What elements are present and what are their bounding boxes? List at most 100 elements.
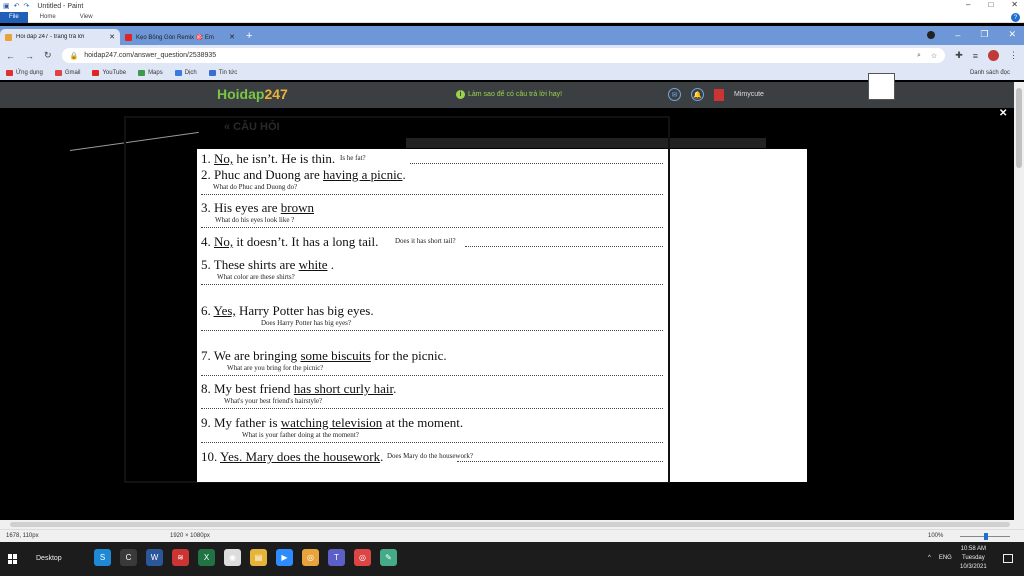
question-sentence: 8. My best friend has short curly hair. bbox=[201, 381, 396, 397]
ribbon-tab-view[interactable]: View bbox=[68, 14, 105, 20]
dotted-line bbox=[457, 461, 663, 462]
tab-close-icon[interactable]: ✕ bbox=[229, 33, 235, 41]
dotted-line bbox=[201, 330, 663, 331]
info-icon: i bbox=[456, 90, 465, 99]
explorer-icon[interactable]: ▤ bbox=[250, 549, 267, 566]
reload-icon[interactable]: ↻ bbox=[44, 50, 52, 61]
maximize-icon[interactable]: □ bbox=[988, 0, 993, 9]
forward-icon[interactable]: → bbox=[25, 51, 34, 61]
save-icon[interactable]: ▣ bbox=[3, 2, 10, 10]
ribbon-tab-home[interactable]: Home bbox=[28, 14, 68, 20]
chrome-active-icon[interactable]: ◎ bbox=[354, 549, 371, 566]
sentence-text: . bbox=[393, 381, 397, 396]
underlined-part: brown bbox=[280, 200, 314, 215]
underlined-part: has short curly hair bbox=[293, 381, 394, 396]
windows-start-icon[interactable] bbox=[8, 554, 18, 564]
redo-icon[interactable]: ↷ bbox=[24, 2, 30, 10]
reading-list-icon[interactable]: ≡ bbox=[973, 51, 978, 61]
ribbon-tab-file[interactable]: File bbox=[0, 11, 28, 23]
zoom-slider-thumb[interactable] bbox=[984, 533, 988, 540]
overlay-close-icon[interactable]: ✕ bbox=[999, 108, 1007, 119]
tab-label: Kẹo Bông Gòn Remix 🎯 Em bbox=[136, 34, 214, 41]
tab-hoidap[interactable]: Hỏi đáp 247 - trang trả lời ✕ bbox=[0, 29, 120, 45]
window-title: Untitled - Paint bbox=[37, 2, 84, 10]
excel-icon[interactable]: X bbox=[198, 549, 215, 566]
paint-icon[interactable]: ✎ bbox=[380, 549, 397, 566]
question-sentence: 4. No, it doesn’t. It has a long tail. bbox=[201, 234, 378, 250]
handwritten-answer: What's your best friend's hairstyle? bbox=[224, 397, 323, 405]
worksheet-row: 2. Phuc and Duong are having a picnic. Wh… bbox=[197, 167, 668, 201]
chat-icon[interactable]: ✉ bbox=[668, 88, 681, 101]
tab-youtube[interactable]: Kẹo Bông Gòn Remix 🎯 Em ✕ bbox=[120, 29, 240, 45]
underlined-part: Yes, bbox=[213, 303, 236, 318]
extensions-icon[interactable]: ✚ bbox=[955, 50, 963, 61]
skype-icon[interactable]: S bbox=[94, 549, 111, 566]
zoom-slider[interactable] bbox=[960, 533, 1010, 540]
teams-icon[interactable]: T bbox=[328, 549, 345, 566]
profile-avatar[interactable] bbox=[988, 50, 999, 61]
language-indicator[interactable]: ENG bbox=[939, 555, 952, 561]
clock[interactable]: 10:58 AM Tuesday 10/3/2021 bbox=[960, 545, 987, 572]
bookmark-label: Dịch bbox=[184, 70, 197, 76]
restore-icon[interactable]: ❐ bbox=[980, 29, 988, 40]
menu-icon[interactable]: ⋮ bbox=[1009, 50, 1018, 61]
sentence-text: at the moment. bbox=[382, 415, 464, 430]
new-tab-icon[interactable]: + bbox=[240, 30, 258, 42]
reading-list-link[interactable]: Danh sách đọc bbox=[970, 70, 1010, 76]
tab-close-icon[interactable]: ✕ bbox=[109, 33, 115, 41]
minimize-icon[interactable]: – bbox=[955, 30, 960, 40]
zoom-icon[interactable]: ⌕ bbox=[917, 52, 921, 60]
bookmark-gmail[interactable]: Gmail bbox=[54, 70, 80, 76]
question-sentence: 5. These shirts are white . bbox=[201, 257, 334, 273]
record-icon[interactable] bbox=[927, 30, 936, 39]
word-icon[interactable]: W bbox=[146, 549, 163, 566]
url-field[interactable]: 🔒 hoidap247.com/answer_question/2538935 … bbox=[61, 48, 946, 63]
undo-icon[interactable]: ↶ bbox=[14, 2, 20, 10]
notification-icon[interactable] bbox=[1003, 554, 1013, 563]
tip-link[interactable]: i Làm sao để có câu trả lời hay! bbox=[456, 90, 562, 99]
coccoc-icon[interactable]: C bbox=[120, 549, 137, 566]
scrollbar-thumb[interactable] bbox=[10, 522, 1010, 527]
sentence-text: 6. bbox=[201, 303, 214, 318]
logo-main: Hoidap bbox=[217, 86, 265, 102]
windows-taskbar: Desktop S C W ≋ X ◉ ▤ ▶ ◎ T ◎ ✎ ^ ENG 10:58 AM Tues… bbox=[0, 542, 1024, 576]
bell-icon[interactable]: 🔔 bbox=[691, 88, 704, 101]
bookmark-apps[interactable]: Ứng dụng bbox=[6, 70, 43, 76]
back-icon[interactable]: ← bbox=[6, 51, 15, 61]
window-controls: – □ ✕ bbox=[966, 0, 1018, 9]
chevron-up-icon[interactable]: ^ bbox=[928, 555, 931, 561]
side-white-panel bbox=[670, 149, 807, 482]
vertical-scrollbar[interactable] bbox=[1014, 82, 1024, 520]
cursor-coordinates: 1678, 110px bbox=[6, 533, 39, 539]
desktop-label[interactable]: Desktop bbox=[36, 555, 62, 562]
underlined-part: No, bbox=[214, 234, 234, 249]
chrome-icon[interactable]: ◎ bbox=[302, 549, 319, 566]
chrome-alt-icon[interactable]: ◉ bbox=[224, 549, 241, 566]
sentence-text: . bbox=[402, 167, 406, 182]
scrollbar-thumb[interactable] bbox=[1016, 88, 1022, 168]
bookmark-youtube[interactable]: YouTube bbox=[92, 70, 126, 76]
help-icon[interactable]: ? bbox=[1011, 13, 1020, 22]
wifi-app-icon[interactable]: ≋ bbox=[172, 549, 189, 566]
underlined-part: No, bbox=[214, 151, 234, 166]
bookmark-translate[interactable]: Dịch bbox=[174, 70, 197, 76]
bookmark-maps[interactable]: Maps bbox=[138, 70, 163, 76]
star-icon[interactable]: ☆ bbox=[931, 52, 937, 60]
zoom-icon[interactable]: ▶ bbox=[276, 549, 293, 566]
tab-strip: Hỏi đáp 247 - trang trả lời ✕ Kẹo Bông G… bbox=[0, 26, 1024, 45]
minimize-icon[interactable]: – bbox=[966, 0, 970, 9]
horizontal-scrollbar[interactable] bbox=[0, 520, 1024, 529]
worksheet-row: 9. My father is watching television at t… bbox=[197, 415, 668, 449]
close-icon[interactable]: ✕ bbox=[1011, 0, 1018, 9]
bookmark-news[interactable]: Tin tức bbox=[208, 70, 237, 76]
browser-window-controls: – ❐ ✕ bbox=[927, 29, 1016, 40]
user-avatar[interactable] bbox=[714, 88, 724, 101]
sentence-text: for the picnic. bbox=[370, 348, 447, 363]
username[interactable]: Mimycute bbox=[734, 91, 764, 98]
close-icon[interactable]: ✕ bbox=[1008, 29, 1016, 40]
site-logo[interactable]: Hoidap247 bbox=[217, 86, 288, 102]
worksheet-row: 3. His eyes are brown What do his eyes lo… bbox=[197, 200, 668, 234]
hoidap-favicon-icon bbox=[5, 33, 12, 41]
handwritten-answer: What are you bring for the picnic? bbox=[227, 364, 324, 372]
logo-number: 247 bbox=[264, 86, 288, 102]
